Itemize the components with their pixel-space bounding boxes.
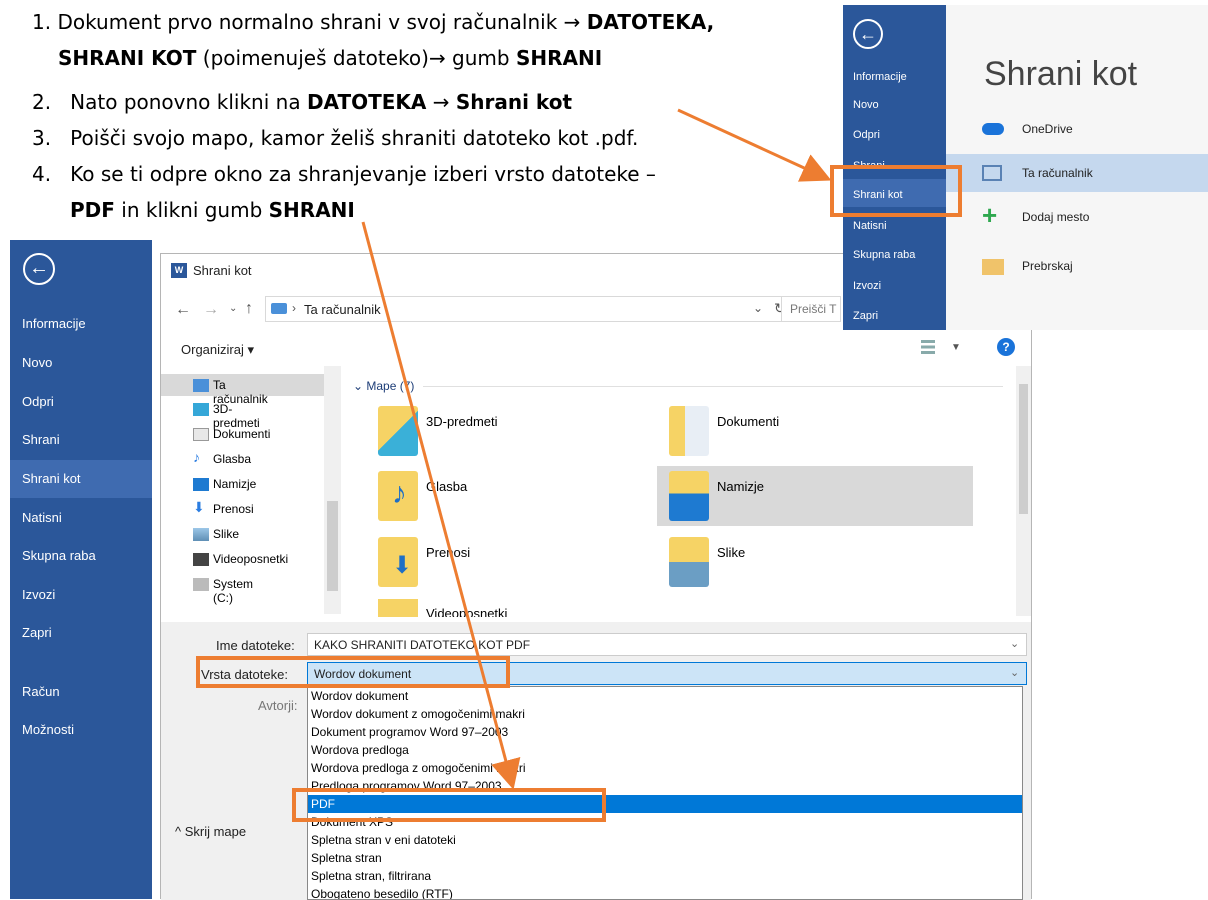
arrow-to-pdf (361, 221, 521, 790)
annotation-arrows (361, 108, 832, 790)
arrow-to-shrani-kot (677, 108, 832, 182)
